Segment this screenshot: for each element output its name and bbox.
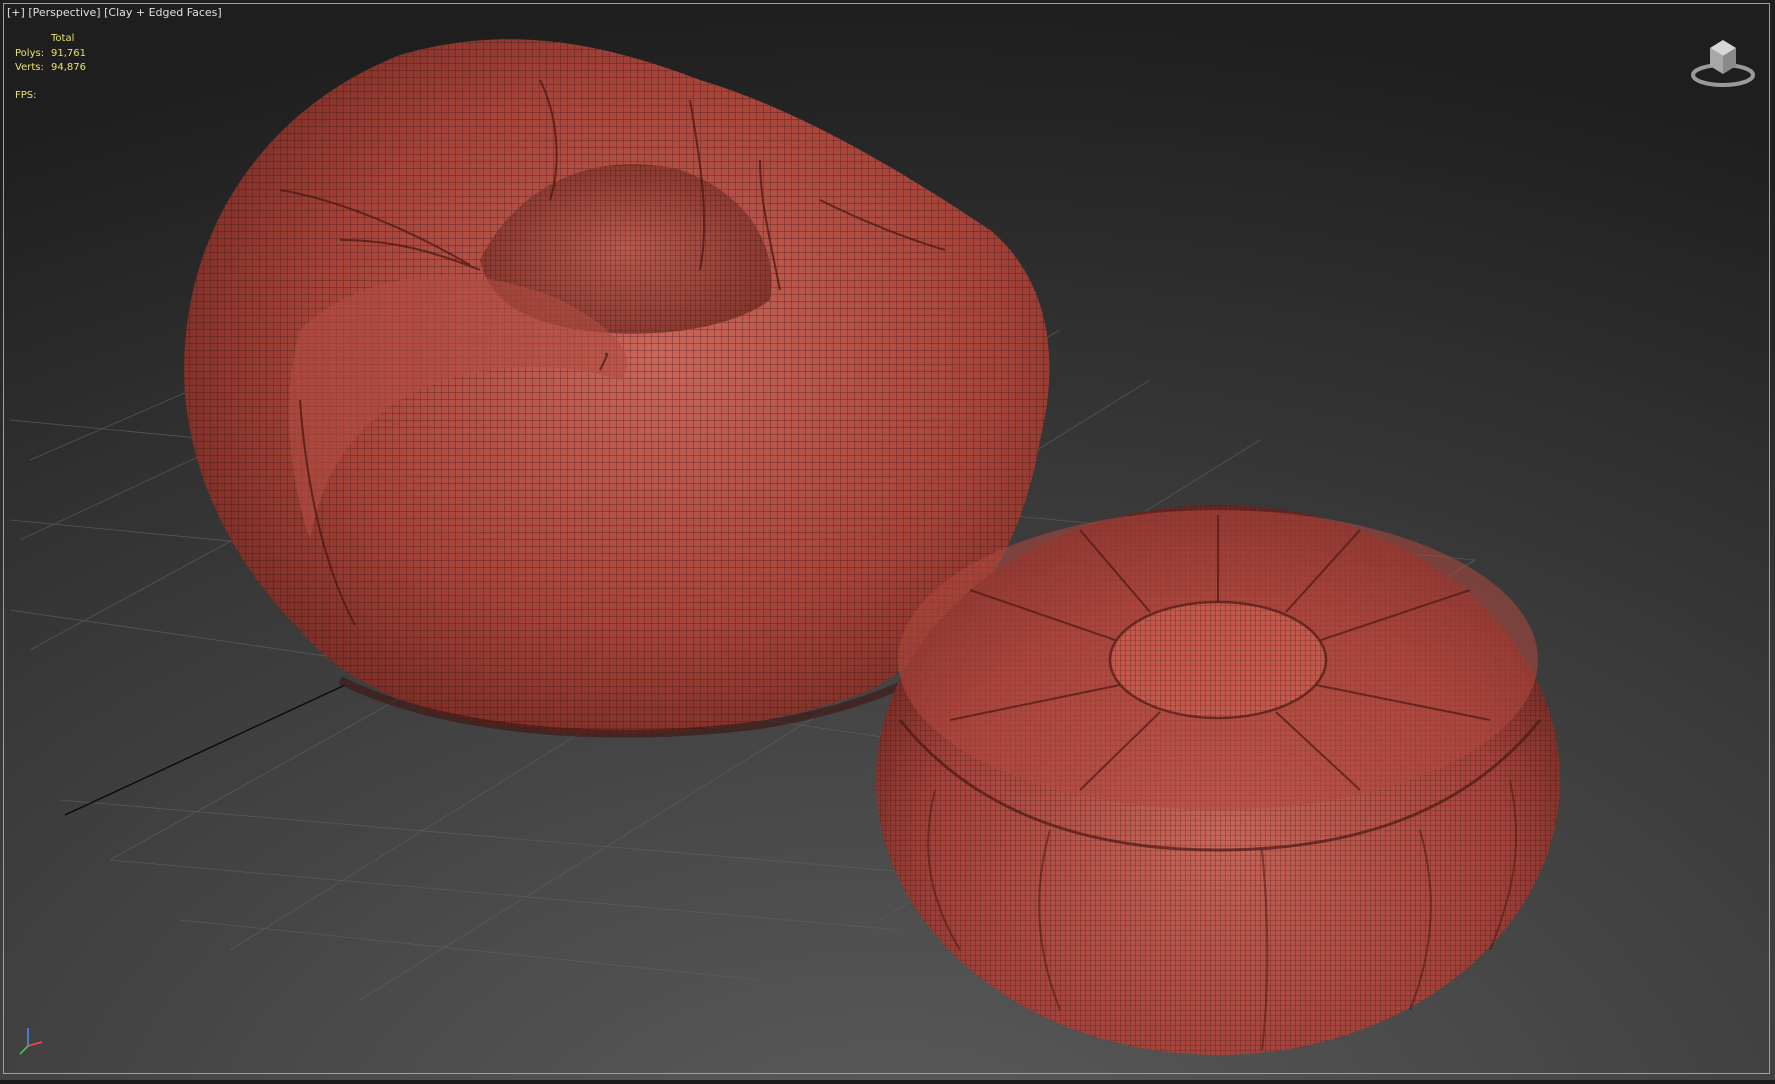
viewport-label: [+] [Perspective] [Clay + Edged Faces] (7, 6, 222, 19)
stats-fps-label: FPS: (15, 90, 37, 101)
axis-tripod-icon (19, 1028, 43, 1055)
round-pouf-ottoman-mesh (876, 505, 1560, 1055)
stats-total-header: Total (51, 33, 75, 44)
point-of-view-menu[interactable]: [Perspective] (28, 6, 100, 19)
scene-canvas[interactable] (0, 0, 1775, 1080)
perspective-viewport[interactable]: [+] [Perspective] [Clay + Edged Faces] T… (0, 0, 1775, 1080)
shading-menu[interactable]: [Clay + Edged Faces] (104, 6, 222, 19)
stats-verts-label: Verts: (15, 62, 44, 73)
stats-polys-value: 91,761 (51, 48, 86, 59)
viewport-menu-button[interactable]: [+] (7, 6, 25, 19)
stats-polys-label: Polys: (15, 48, 45, 59)
viewcube-icon[interactable] (1688, 30, 1758, 90)
stats-verts-value: 94,876 (51, 62, 86, 73)
